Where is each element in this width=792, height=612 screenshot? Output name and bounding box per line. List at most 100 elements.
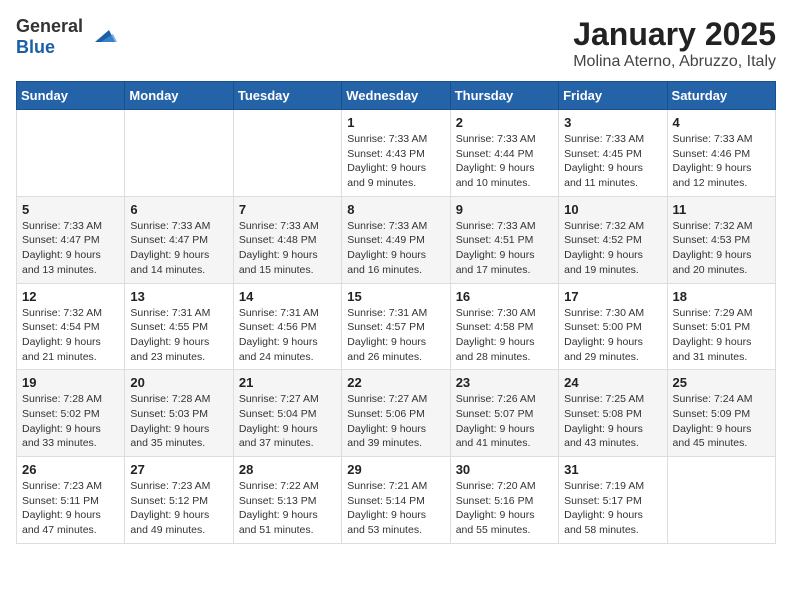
day-info: Sunrise: 7:33 AM Sunset: 4:47 PM Dayligh… — [130, 219, 227, 278]
day-info: Sunrise: 7:31 AM Sunset: 4:57 PM Dayligh… — [347, 306, 444, 365]
logo-blue: Blue — [16, 37, 83, 58]
col-header-saturday: Saturday — [667, 82, 775, 110]
logo-text: General Blue — [16, 16, 117, 58]
calendar-cell: 12Sunrise: 7:32 AM Sunset: 4:54 PM Dayli… — [17, 283, 125, 370]
calendar-cell: 4Sunrise: 7:33 AM Sunset: 4:46 PM Daylig… — [667, 110, 775, 197]
day-info: Sunrise: 7:23 AM Sunset: 5:11 PM Dayligh… — [22, 479, 119, 538]
location-title: Molina Aterno, Abruzzo, Italy — [573, 53, 776, 71]
calendar-week-3: 12Sunrise: 7:32 AM Sunset: 4:54 PM Dayli… — [17, 283, 776, 370]
day-info: Sunrise: 7:28 AM Sunset: 5:02 PM Dayligh… — [22, 392, 119, 451]
col-header-sunday: Sunday — [17, 82, 125, 110]
calendar-cell: 26 Sunrise: 7:23 AM Sunset: 5:11 PM Dayli… — [17, 457, 125, 544]
day-info: Sunrise: 7:21 AM Sunset: 5:14 PM Dayligh… — [347, 479, 444, 538]
day-number: 31 — [564, 462, 661, 477]
day-info: Sunrise: 7:32 AM Sunset: 4:52 PM Dayligh… — [564, 219, 661, 278]
day-info: Sunrise: 7:31 AM Sunset: 4:56 PM Dayligh… — [239, 306, 336, 365]
day-info: Sunrise: 7:20 AM Sunset: 5:16 PM Dayligh… — [456, 479, 553, 538]
day-number: 30 — [456, 462, 553, 477]
calendar-cell: 5 Sunrise: 7:33 AM Sunset: 4:47 PM Daylig… — [17, 196, 125, 283]
day-info: Sunrise: 7:33 AM Sunset: 4:45 PM Dayligh… — [564, 132, 661, 191]
day-number: 18 — [673, 289, 770, 304]
day-info: Sunrise: 7:29 AM Sunset: 5:01 PM Dayligh… — [673, 306, 770, 365]
day-number: 25 — [673, 375, 770, 390]
day-number: 29 — [347, 462, 444, 477]
calendar-week-4: 19 Sunrise: 7:28 AM Sunset: 5:02 PM Dayli… — [17, 370, 776, 457]
day-info: Sunrise: 7:31 AM Sunset: 4:55 PM Dayligh… — [130, 306, 227, 365]
day-number: 10 — [564, 202, 661, 217]
day-number: 11 — [673, 202, 770, 217]
calendar-table: SundayMondayTuesdayWednesdayThursdayFrid… — [16, 81, 776, 544]
col-header-tuesday: Tuesday — [233, 82, 341, 110]
calendar-cell: 7 Sunrise: 7:33 AM Sunset: 4:48 PM Daylig… — [233, 196, 341, 283]
calendar-cell: 6 Sunrise: 7:33 AM Sunset: 4:47 PM Daylig… — [125, 196, 233, 283]
day-number: 27 — [130, 462, 227, 477]
col-header-friday: Friday — [559, 82, 667, 110]
day-number: 3 — [564, 115, 661, 130]
day-number: 8 — [347, 202, 444, 217]
day-info: Sunrise: 7:33 AM Sunset: 4:44 PM Dayligh… — [456, 132, 553, 191]
day-info: Sunrise: 7:33 AM Sunset: 4:49 PM Dayligh… — [347, 219, 444, 278]
calendar-cell — [667, 457, 775, 544]
col-header-wednesday: Wednesday — [342, 82, 450, 110]
day-number: 26 — [22, 462, 119, 477]
calendar-cell: 11 Sunrise: 7:32 AM Sunset: 4:53 PM Dayli… — [667, 196, 775, 283]
day-info: Sunrise: 7:33 AM Sunset: 4:43 PM Dayligh… — [347, 132, 444, 191]
day-number: 5 — [22, 202, 119, 217]
calendar-cell: 13 Sunrise: 7:31 AM Sunset: 4:55 PM Dayli… — [125, 283, 233, 370]
calendar-cell: 25Sunrise: 7:24 AM Sunset: 5:09 PM Dayli… — [667, 370, 775, 457]
calendar-cell: 9 Sunrise: 7:33 AM Sunset: 4:51 PM Daylig… — [450, 196, 558, 283]
day-number: 6 — [130, 202, 227, 217]
day-number: 7 — [239, 202, 336, 217]
calendar-cell: 30 Sunrise: 7:20 AM Sunset: 5:16 PM Dayli… — [450, 457, 558, 544]
col-header-thursday: Thursday — [450, 82, 558, 110]
day-info: Sunrise: 7:25 AM Sunset: 5:08 PM Dayligh… — [564, 392, 661, 451]
day-number: 23 — [456, 375, 553, 390]
calendar-cell: 8 Sunrise: 7:33 AM Sunset: 4:49 PM Daylig… — [342, 196, 450, 283]
calendar-cell: 10 Sunrise: 7:32 AM Sunset: 4:52 PM Dayli… — [559, 196, 667, 283]
calendar-cell: 22Sunrise: 7:27 AM Sunset: 5:06 PM Dayli… — [342, 370, 450, 457]
calendar-cell: 2 Sunrise: 7:33 AM Sunset: 4:44 PM Daylig… — [450, 110, 558, 197]
day-number: 9 — [456, 202, 553, 217]
day-number: 4 — [673, 115, 770, 130]
logo-icon — [87, 20, 117, 50]
calendar-cell: 1 Sunrise: 7:33 AM Sunset: 4:43 PM Daylig… — [342, 110, 450, 197]
day-number: 19 — [22, 375, 119, 390]
col-header-monday: Monday — [125, 82, 233, 110]
calendar-cell: 3 Sunrise: 7:33 AM Sunset: 4:45 PM Daylig… — [559, 110, 667, 197]
day-info: Sunrise: 7:32 AM Sunset: 4:53 PM Dayligh… — [673, 219, 770, 278]
day-info: Sunrise: 7:33 AM Sunset: 4:51 PM Dayligh… — [456, 219, 553, 278]
calendar-cell — [125, 110, 233, 197]
calendar-cell: 16 Sunrise: 7:30 AM Sunset: 4:58 PM Dayli… — [450, 283, 558, 370]
day-info: Sunrise: 7:33 AM Sunset: 4:47 PM Dayligh… — [22, 219, 119, 278]
day-number: 16 — [456, 289, 553, 304]
calendar-cell — [17, 110, 125, 197]
logo-general: General — [16, 16, 83, 37]
day-number: 12 — [22, 289, 119, 304]
page-header: General Blue January 2025 Molina Aterno,… — [16, 16, 776, 71]
calendar-cell: 14Sunrise: 7:31 AM Sunset: 4:56 PM Dayli… — [233, 283, 341, 370]
day-number: 21 — [239, 375, 336, 390]
calendar-header-row: SundayMondayTuesdayWednesdayThursdayFrid… — [17, 82, 776, 110]
calendar-cell: 23 Sunrise: 7:26 AM Sunset: 5:07 PM Dayli… — [450, 370, 558, 457]
day-info: Sunrise: 7:27 AM Sunset: 5:04 PM Dayligh… — [239, 392, 336, 451]
calendar-cell: 21 Sunrise: 7:27 AM Sunset: 5:04 PM Dayli… — [233, 370, 341, 457]
day-number: 2 — [456, 115, 553, 130]
day-number: 13 — [130, 289, 227, 304]
day-info: Sunrise: 7:27 AM Sunset: 5:06 PM Dayligh… — [347, 392, 444, 451]
calendar-cell: 28 Sunrise: 7:22 AM Sunset: 5:13 PM Dayli… — [233, 457, 341, 544]
day-info: Sunrise: 7:23 AM Sunset: 5:12 PM Dayligh… — [130, 479, 227, 538]
calendar-cell: 27 Sunrise: 7:23 AM Sunset: 5:12 PM Dayli… — [125, 457, 233, 544]
calendar-cell: 15Sunrise: 7:31 AM Sunset: 4:57 PM Dayli… — [342, 283, 450, 370]
calendar-cell — [233, 110, 341, 197]
day-number: 1 — [347, 115, 444, 130]
calendar-cell: 29 Sunrise: 7:21 AM Sunset: 5:14 PM Dayli… — [342, 457, 450, 544]
day-number: 24 — [564, 375, 661, 390]
day-info: Sunrise: 7:30 AM Sunset: 5:00 PM Dayligh… — [564, 306, 661, 365]
day-info: Sunrise: 7:30 AM Sunset: 4:58 PM Dayligh… — [456, 306, 553, 365]
day-info: Sunrise: 7:33 AM Sunset: 4:48 PM Dayligh… — [239, 219, 336, 278]
day-info: Sunrise: 7:22 AM Sunset: 5:13 PM Dayligh… — [239, 479, 336, 538]
day-info: Sunrise: 7:26 AM Sunset: 5:07 PM Dayligh… — [456, 392, 553, 451]
day-number: 20 — [130, 375, 227, 390]
day-number: 28 — [239, 462, 336, 477]
day-number: 17 — [564, 289, 661, 304]
